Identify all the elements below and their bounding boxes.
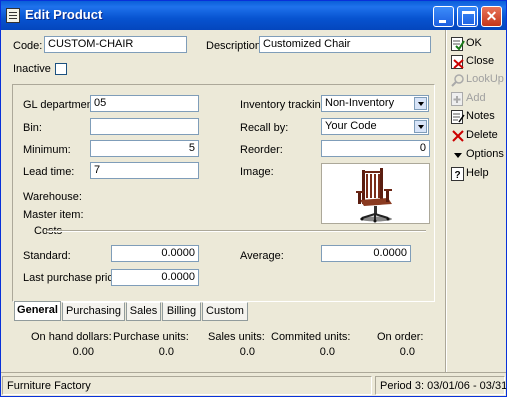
notes-button[interactable]: Notes — [451, 108, 506, 125]
on-order-value: 0.0 — [399, 346, 415, 358]
edit-product-window: Edit Product ✕ Code: CUSTOM-CHAIR Descri… — [0, 0, 507, 397]
on-hand-dollars-label: On hand dollars: — [31, 331, 112, 343]
minimum-label: Minimum: — [23, 144, 71, 156]
standard-label: Standard: — [23, 250, 71, 262]
status-bar: Furniture Factory Period 3: 03/01/06 - 0… — [1, 372, 506, 396]
window-title: Edit Product — [25, 7, 103, 22]
svg-text:?: ? — [454, 170, 460, 181]
triangle-down-icon — [454, 153, 462, 158]
last-purchase-price-label: Last purchase price: — [23, 272, 123, 284]
code-field[interactable]: CUSTOM-CHAIR — [44, 36, 187, 53]
bin-label: Bin: — [23, 122, 42, 134]
help-icon: ? — [451, 167, 464, 181]
ok-button[interactable]: OK — [451, 35, 506, 52]
ok-label: OK — [466, 37, 482, 49]
chair-icon — [356, 168, 392, 223]
status-period: Period 3: 03/01/06 - 03/31/06 — [375, 376, 506, 395]
on-order-label: On order: — [377, 331, 424, 343]
average-cost-field[interactable]: 0.0000 — [321, 245, 411, 262]
close-label: Close — [466, 55, 495, 67]
sidebar-divider — [445, 30, 447, 372]
delete-icon — [452, 130, 464, 142]
image-label: Image: — [240, 166, 274, 178]
last-purchase-price-field[interactable]: 0.0000 — [111, 269, 199, 286]
product-image[interactable] — [321, 163, 430, 224]
options-label: Options — [466, 148, 504, 160]
delete-button[interactable]: Delete — [451, 127, 506, 144]
committed-units-label: Commited units: — [271, 331, 351, 343]
description-field[interactable]: Customized Chair — [259, 36, 431, 53]
on-hand-dollars-value: 0.00 — [72, 346, 94, 358]
tab-custom[interactable]: Custom — [202, 302, 248, 321]
recall-by-select[interactable]: Your Code — [321, 118, 429, 135]
master-item-label: Master item: — [23, 209, 84, 221]
status-company: Furniture Factory — [2, 376, 372, 395]
delete-label: Delete — [466, 129, 498, 141]
close-button[interactable]: Close — [451, 53, 506, 70]
bin-field[interactable] — [90, 118, 199, 135]
tab-purchasing[interactable]: Purchasing — [62, 302, 125, 321]
minimize-button[interactable] — [433, 6, 454, 27]
add-button[interactable]: Add — [451, 90, 506, 107]
inventory-tracking-select[interactable]: Non-Inventory — [321, 95, 429, 112]
costs-section-label: Costs — [34, 225, 63, 237]
committed-units-value: 0.0 — [319, 346, 335, 358]
notes-icon — [451, 110, 465, 124]
lead-time-label: Lead time: — [23, 166, 75, 178]
inactive-checkbox[interactable] — [55, 63, 67, 75]
purchase-units-label: Purchase units: — [113, 331, 189, 343]
lookup-label: LookUp — [466, 73, 504, 85]
checkmark-icon — [451, 37, 465, 51]
maximize-button[interactable] — [457, 6, 478, 27]
lookup-button[interactable]: LookUp — [451, 71, 506, 88]
close-doc-icon — [451, 55, 464, 69]
sales-units-label: Sales units: — [208, 331, 265, 343]
tab-billing[interactable]: Billing — [162, 302, 201, 321]
chevron-down-icon[interactable] — [414, 120, 427, 133]
add-label: Add — [466, 92, 486, 104]
average-label: Average: — [240, 250, 284, 262]
title-bar[interactable]: Edit Product ✕ — [1, 1, 506, 30]
reorder-label: Reorder: — [240, 144, 283, 156]
minimum-field[interactable]: 5 — [90, 140, 199, 157]
close-window-button[interactable]: ✕ — [481, 6, 502, 27]
gl-department-field[interactable]: 05 — [90, 95, 199, 112]
help-button[interactable]: ? Help — [451, 165, 506, 182]
recall-by-value: Your Code — [325, 120, 377, 132]
purchase-units-value: 0.0 — [158, 346, 174, 358]
costs-divider — [47, 230, 426, 231]
inventory-tracking-value: Non-Inventory — [325, 97, 395, 109]
recall-by-label: Recall by: — [240, 122, 289, 134]
gl-department-label: GL department: — [23, 99, 100, 111]
code-label: Code: — [13, 40, 43, 52]
notes-label: Notes — [466, 110, 495, 122]
options-button[interactable]: Options — [451, 146, 506, 163]
magnifier-icon — [451, 74, 464, 87]
add-doc-icon — [451, 92, 463, 106]
close-icon: ✕ — [485, 8, 498, 24]
chevron-down-icon[interactable] — [414, 97, 427, 110]
standard-cost-field[interactable]: 0.0000 — [111, 245, 199, 262]
warehouse-label: Warehouse: — [23, 191, 82, 203]
tab-general[interactable]: General — [14, 301, 61, 321]
description-label: Description: — [206, 40, 265, 52]
inactive-label: Inactive — [13, 63, 51, 75]
tab-sales[interactable]: Sales — [126, 302, 161, 321]
lead-time-field[interactable]: 7 — [90, 162, 199, 179]
help-label: Help — [466, 167, 489, 179]
inventory-tracking-label: Inventory tracking: — [240, 99, 330, 111]
document-icon — [6, 8, 20, 23]
reorder-field[interactable]: 0 — [321, 140, 430, 157]
sales-units-value: 0.0 — [239, 346, 255, 358]
